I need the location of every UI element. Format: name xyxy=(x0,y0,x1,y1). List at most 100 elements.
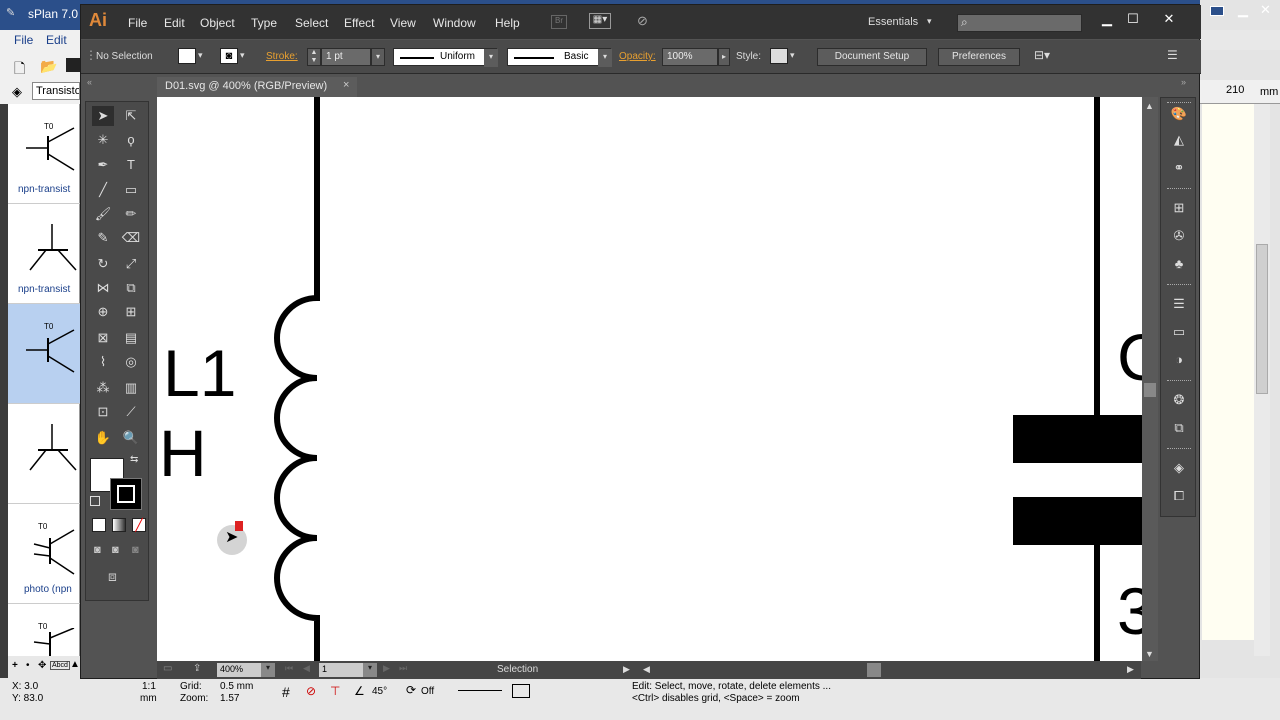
ai-menu-effect[interactable]: Effect xyxy=(344,16,374,30)
gradient-panel-icon[interactable]: ▭ xyxy=(1169,324,1189,342)
grid-icon[interactable]: # xyxy=(282,684,290,700)
opacity-input[interactable]: 100% xyxy=(662,48,718,66)
fill-chevron-icon[interactable]: ▾ xyxy=(198,50,203,61)
library-dropdown[interactable]: Transisto xyxy=(32,82,80,100)
tool-status[interactable]: Selection xyxy=(497,664,538,675)
brushes-icon[interactable]: ✇ xyxy=(1169,228,1189,246)
splan-menu-file[interactable]: File xyxy=(14,33,33,47)
splan-menu-edit[interactable]: Edit xyxy=(46,33,67,47)
style-chevron-icon[interactable]: ▾ xyxy=(790,50,795,61)
gpu-performance-icon[interactable]: ⊘ xyxy=(637,13,648,29)
magic-wand-tool-icon[interactable]: ✳ xyxy=(92,130,114,150)
scroll-left-icon[interactable]: ◀ xyxy=(643,664,650,675)
angle-icon[interactable]: ∠ xyxy=(354,684,365,698)
mesh-tool-icon[interactable]: ⊠ xyxy=(92,328,114,348)
stroke-panel-icon[interactable]: ☰ xyxy=(1169,296,1189,314)
rectangle-tool-icon[interactable]: ▭ xyxy=(120,180,142,200)
open-folder-icon[interactable]: 📂 xyxy=(40,58,57,75)
collapse-panels-icon[interactable]: » xyxy=(1181,77,1186,87)
links-panel-icon[interactable]: ⧠ xyxy=(1169,488,1189,506)
blend-tool-icon[interactable]: ◎ xyxy=(120,352,142,372)
restore-icon[interactable] xyxy=(1210,6,1224,16)
artboards-icon[interactable]: ⧉ xyxy=(1169,420,1189,438)
stroke-swatch[interactable]: ◙ xyxy=(220,48,238,64)
ai-menu-type[interactable]: Type xyxy=(251,16,277,30)
free-transform-tool-icon[interactable]: ⧉ xyxy=(120,278,142,298)
shape-builder-tool-icon[interactable]: ⊕ xyxy=(92,302,114,322)
ai-menu-view[interactable]: View xyxy=(390,16,416,30)
ai-menu-window[interactable]: Window xyxy=(433,16,476,30)
inductor-unit-label[interactable]: H xyxy=(159,415,207,491)
chevron-down-icon[interactable]: ▾ xyxy=(927,16,932,27)
swap-colors-icon[interactable]: ⇆ xyxy=(130,454,138,465)
hand-tool-icon[interactable]: ✋ xyxy=(92,428,114,448)
eyedropper-tool-icon[interactable]: ⌇ xyxy=(92,352,114,372)
line-style-icon[interactable] xyxy=(458,690,502,691)
first-artboard-icon[interactable]: ⏮ xyxy=(285,663,293,674)
draw-normal-icon[interactable]: ◙ xyxy=(94,544,101,556)
brush-definition[interactable]: Basic ▾ xyxy=(507,48,612,67)
close-icon[interactable]: ✕ xyxy=(1260,2,1271,18)
capacitor-value-label[interactable]: 3 xyxy=(1117,573,1142,649)
scale-tool-icon[interactable]: ⤢ xyxy=(120,254,142,274)
snap-icon[interactable]: ⊘ xyxy=(306,684,316,698)
screen-mode-icon[interactable]: ⧈ xyxy=(108,568,117,585)
type-tool-icon[interactable]: T xyxy=(120,155,142,175)
ai-menu-edit[interactable]: Edit xyxy=(164,16,185,30)
graphic-styles-icon[interactable]: ❂ xyxy=(1169,392,1189,410)
ai-menu-select[interactable]: Select xyxy=(295,16,328,30)
scroll-right-icon[interactable]: ▶ xyxy=(1127,664,1134,675)
direct-selection-tool-icon[interactable]: ⇱ xyxy=(120,106,142,126)
dots-icon[interactable]: • xyxy=(26,660,30,671)
pencil-tool-icon[interactable]: ✏ xyxy=(120,204,142,224)
prev-artboard-icon[interactable]: ◀ xyxy=(303,663,310,674)
artboard-dropdown-icon[interactable]: ▾ xyxy=(363,663,377,677)
transparency-icon[interactable]: ◑ xyxy=(1169,352,1189,370)
perspective-grid-tool-icon[interactable]: ⊞ xyxy=(120,302,142,322)
variable-width-profile[interactable]: Uniform ▾ xyxy=(393,48,498,67)
appearance-icon[interactable]: ⚭ xyxy=(1169,160,1189,178)
splan-vertical-scrollbar[interactable] xyxy=(1254,104,1270,656)
eraser-tool-icon[interactable]: ⌫ xyxy=(120,228,142,248)
horizontal-scroll-thumb[interactable] xyxy=(867,663,881,677)
draw-inside-icon[interactable]: ◙ xyxy=(132,544,139,556)
scroll-down-icon[interactable]: ▼ xyxy=(1145,649,1154,659)
library-item[interactable]: T0 xyxy=(8,604,80,656)
share-icon[interactable]: ⇪ xyxy=(193,663,201,674)
stroke-weight-dropdown[interactable]: ▾ xyxy=(371,48,385,66)
bridge-icon[interactable]: Br xyxy=(551,15,567,29)
minimize-icon[interactable]: ▁ xyxy=(1238,2,1248,18)
status-menu-icon[interactable]: ▶ xyxy=(623,664,630,675)
none-mode-icon[interactable]: ╱ xyxy=(132,518,146,532)
opacity-label[interactable]: Opacity: xyxy=(619,51,656,62)
color-guide-icon[interactable]: ◭ xyxy=(1169,132,1189,150)
last-artboard-icon[interactable]: ⏭ xyxy=(399,663,407,674)
library-item[interactable]: T0 photo (npn xyxy=(8,504,80,604)
panel-menu-icon[interactable]: ☰ xyxy=(1167,48,1178,62)
next-artboard-icon[interactable]: ▶ xyxy=(383,663,390,674)
angle-value[interactable]: 45° xyxy=(372,686,387,697)
slice-tool-icon[interactable]: ⟋ xyxy=(120,402,142,422)
ai-menu-help[interactable]: Help xyxy=(495,16,520,30)
info-icon[interactable]: ▭ xyxy=(163,663,172,674)
scroll-up-icon[interactable]: ▲ xyxy=(1145,101,1154,111)
layers-panel-icon[interactable]: ◈ xyxy=(1169,460,1189,478)
rotate-icon[interactable]: ⟳ xyxy=(406,683,416,697)
blob-brush-tool-icon[interactable]: ✎ xyxy=(92,228,114,248)
new-file-icon[interactable]: 🗋 xyxy=(14,58,25,82)
preferences-button[interactable]: Preferences xyxy=(938,48,1020,66)
canvas-vertical-scrollbar[interactable]: ▲ ▼ xyxy=(1142,97,1158,661)
swatches-icon[interactable]: ⊞ xyxy=(1169,200,1189,218)
color-mode-icon[interactable] xyxy=(92,518,106,532)
ai-menu-object[interactable]: Object xyxy=(200,16,235,30)
draw-behind-icon[interactable]: ◙ xyxy=(112,544,119,556)
color-panel-icon[interactable]: 🎨 xyxy=(1169,106,1189,124)
column-graph-tool-icon[interactable]: ▥ xyxy=(120,378,142,398)
zoom-tool-icon[interactable]: 🔍 xyxy=(120,428,142,448)
scroll-thumb[interactable] xyxy=(1144,383,1156,397)
workspace-switcher[interactable]: Essentials xyxy=(868,16,918,28)
selection-tool-icon[interactable]: ➤ xyxy=(92,106,114,126)
stroke-color-swatch[interactable] xyxy=(110,478,142,510)
ai-menu-file[interactable]: File xyxy=(128,16,147,30)
pen-tool-icon[interactable]: ✒ xyxy=(92,155,114,175)
